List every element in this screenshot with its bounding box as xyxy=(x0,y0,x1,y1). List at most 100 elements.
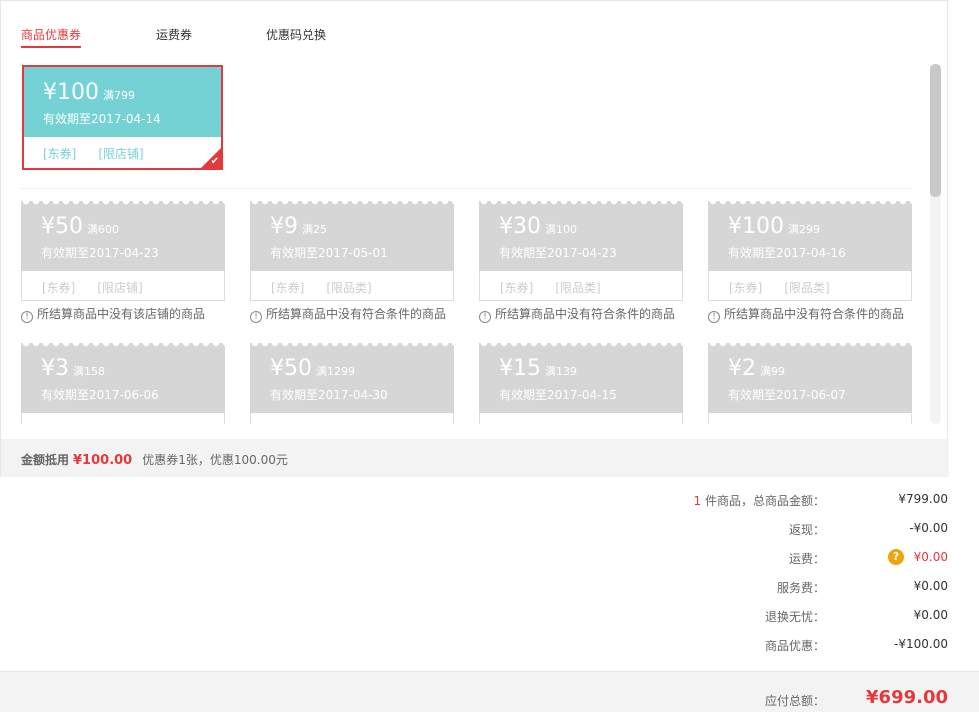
coupon-amount: ¥50 xyxy=(270,356,312,381)
coupon-valid-date: 有效期至2017-04-14 xyxy=(43,112,161,126)
item-count-suffix: 件商品，总商品金额： xyxy=(701,494,825,508)
shipping-value: ¥0.00 xyxy=(913,550,948,564)
info-icon: ! xyxy=(21,311,33,323)
coupon-note-text: 所结算商品中没有符合条件的商品 xyxy=(266,307,447,321)
coupon-amount: ¥9 xyxy=(270,214,298,239)
coupon-panel: 商品优惠券 运费券 优惠码兑换 ¥100 满799 有效期至2017-04-14 … xyxy=(0,0,949,477)
coupon-tag: [东券] xyxy=(43,147,77,161)
coupon-tag: [限品类] xyxy=(326,281,372,295)
coupon-valid-date: 有效期至2017-06-06 xyxy=(41,388,159,402)
coupon-tag: [限店铺] xyxy=(98,147,144,161)
coupon-condition: 满100 xyxy=(545,223,577,236)
coupon-tag: [限店铺] xyxy=(97,281,143,295)
coupon-list: ¥100 满799 有效期至2017-04-14 [东券] [限店铺] ✔ ¥50 满… xyxy=(21,64,913,424)
coupon-condition: 满25 xyxy=(302,223,327,236)
check-icon: ✔ xyxy=(210,156,219,167)
coupon-condition: 满1299 xyxy=(316,365,355,378)
goods-total-label: 1 件商品，总商品金额： xyxy=(694,492,825,509)
coupon-unavailable: ¥9 满25 有效期至2017-05-01 [东券] [限品类]! 所结算商品中没有符合条… xyxy=(250,201,454,323)
coupon-unavailable: ¥3 满158 有效期至2017-06-06 xyxy=(21,343,225,424)
info-icon: ! xyxy=(708,311,720,323)
cashback-row: 返现： -¥0.00 xyxy=(0,521,979,541)
coupon-note-text: 所结算商品中没有符合条件的商品 xyxy=(724,307,905,321)
product-discount-row: 商品优惠： -¥100.00 xyxy=(0,637,979,657)
cashback-label: 返现： xyxy=(788,523,825,537)
coupon-amount: ¥100 xyxy=(43,80,99,105)
tab-product-coupons[interactable]: 商品优惠券 xyxy=(21,26,82,48)
tab-promo-code[interactable]: 优惠码兑换 xyxy=(266,26,326,46)
scrollbar[interactable] xyxy=(930,64,941,424)
return-worry-free-row: 退换无忧： ¥0.00 xyxy=(0,608,979,628)
payable-value: ¥699.00 xyxy=(866,687,948,708)
coupon-amount: ¥100 xyxy=(728,214,784,239)
coupon-note-text: 所结算商品中没有该店铺的商品 xyxy=(37,307,206,321)
product-discount-value: -¥100.00 xyxy=(894,637,948,651)
coupon-amount: ¥3 xyxy=(41,356,69,381)
divider xyxy=(21,188,911,189)
coupon-condition: 满158 xyxy=(73,365,105,378)
coupon-selected[interactable]: ¥100 满799 有效期至2017-04-14 [东券] [限店铺] ✔ xyxy=(22,65,223,170)
coupon-wave-edge xyxy=(21,201,225,206)
summary-desc: 优惠券1张，优惠100.00元 xyxy=(142,453,288,467)
return-worry-free-label: 退换无忧： xyxy=(764,610,825,624)
coupon-tag: [东券] xyxy=(500,281,534,295)
coupon-amount: ¥30 xyxy=(499,214,541,239)
coupon-unavailable: ¥100 满299 有效期至2017-04-16 [东券] [限品类]! 所结算商品中没有… xyxy=(708,201,912,323)
coupon-wave-edge xyxy=(479,343,683,348)
coupon-unavailable: ¥15 满139 有效期至2017-04-15 xyxy=(479,343,683,424)
coupon-wave-edge xyxy=(708,201,912,206)
cashback-value: -¥0.00 xyxy=(909,521,948,535)
coupon-tag: [东券] xyxy=(729,281,763,295)
coupon-valid-date: 有效期至2017-06-07 xyxy=(728,388,846,402)
summary-label: 金额抵用 xyxy=(21,453,70,467)
payable-label: 应付总额： xyxy=(764,694,825,708)
shipping-label: 运费： xyxy=(788,552,825,566)
goods-total-row: 1 件商品，总商品金额： ¥799.00 xyxy=(0,492,979,512)
coupon-note: ! 所结算商品中没有符合条件的商品 xyxy=(708,305,912,323)
coupon-tag: [限品类] xyxy=(555,281,601,295)
tab-shipping-coupons[interactable]: 运费券 xyxy=(156,26,192,46)
service-fee-label: 服务费： xyxy=(776,581,825,595)
question-icon[interactable]: ? xyxy=(888,549,904,565)
scrollbar-thumb[interactable] xyxy=(930,64,941,197)
coupon-note: ! 所结算商品中没有符合条件的商品 xyxy=(479,305,683,323)
coupon-unavailable: ¥50 满600 有效期至2017-04-23 [东券] [限店铺]! 所结算商品中没有该… xyxy=(21,201,225,323)
coupon-wave-edge xyxy=(708,343,912,348)
coupon-condition: 满99 xyxy=(760,365,785,378)
coupon-unavailable: ¥30 满100 有效期至2017-04-23 [东券] [限品类]! 所结算商品中没有符… xyxy=(479,201,683,323)
coupon-unavailable: ¥2 满99 有效期至2017-06-07 xyxy=(708,343,912,424)
coupon-wave-edge xyxy=(250,201,454,206)
service-fee-value: ¥0.00 xyxy=(913,579,948,593)
coupon-wave-edge xyxy=(21,343,225,348)
coupon-note: ! 所结算商品中没有符合条件的商品 xyxy=(250,305,454,323)
coupon-tag: [东券] xyxy=(271,281,305,295)
coupon-wave-edge xyxy=(250,343,454,348)
coupon-unavailable: ¥50 满1299 有效期至2017-04-30 xyxy=(250,343,454,424)
coupon-valid-date: 有效期至2017-05-01 xyxy=(270,246,388,260)
info-icon: ! xyxy=(479,311,491,323)
return-worry-free-value: ¥0.00 xyxy=(913,608,948,622)
coupon-condition: 满299 xyxy=(788,223,820,236)
service-fee-row: 服务费： ¥0.00 xyxy=(0,579,979,599)
coupon-valid-date: 有效期至2017-04-23 xyxy=(41,246,159,260)
coupon-tag: [东券] xyxy=(42,281,76,295)
coupon-condition: 满139 xyxy=(545,365,577,378)
coupon-note-text: 所结算商品中没有符合条件的商品 xyxy=(495,307,676,321)
info-icon: ! xyxy=(250,311,262,323)
coupon-tag: [限品类] xyxy=(784,281,830,295)
coupon-valid-date: 有效期至2017-04-15 xyxy=(499,388,617,402)
summary-amount: ¥100.00 xyxy=(73,453,133,468)
coupon-valid-date: 有效期至2017-04-16 xyxy=(728,246,846,260)
product-discount-label: 商品优惠： xyxy=(764,639,825,653)
shipping-row: 运费： ? ¥0.00 xyxy=(0,549,979,570)
coupon-condition: 满799 xyxy=(103,89,135,102)
coupon-valid-date: 有效期至2017-04-30 xyxy=(270,388,388,402)
coupon-summary: 金额抵用 ¥100.00 优惠券1张，优惠100.00元 xyxy=(1,439,949,477)
coupon-amount: ¥2 xyxy=(728,356,756,381)
payable-footer: 应付总额： ¥699.00 xyxy=(0,671,979,712)
coupon-amount: ¥15 xyxy=(499,356,541,381)
coupon-condition: 满600 xyxy=(87,223,119,236)
coupon-wave-edge xyxy=(479,201,683,206)
goods-total-value: ¥799.00 xyxy=(898,492,948,506)
coupon-valid-date: 有效期至2017-04-23 xyxy=(499,246,617,260)
